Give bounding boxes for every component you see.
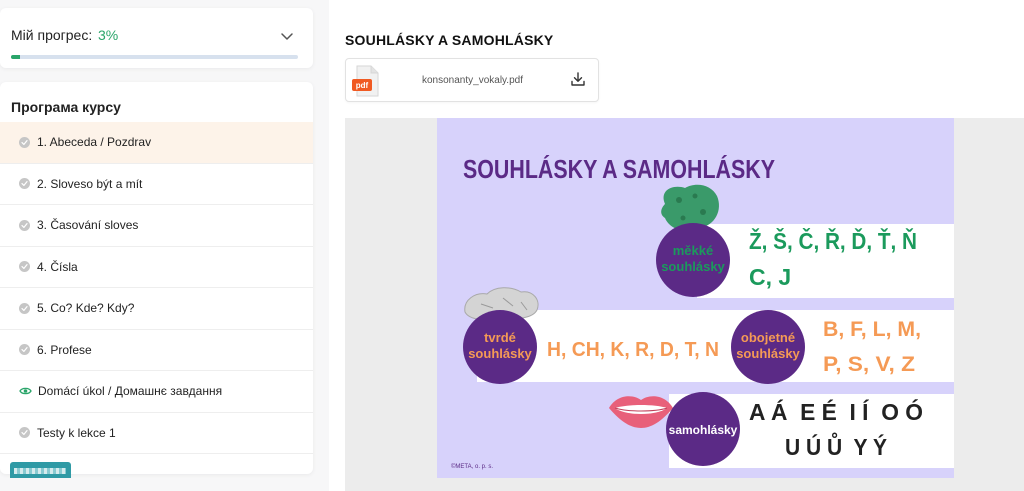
soft-letters-2: C, J <box>749 264 791 290</box>
eye-icon <box>19 387 32 395</box>
lesson-label: 6. Profese <box>37 342 92 357</box>
check-icon <box>19 261 30 273</box>
check-icon <box>19 427 30 439</box>
progress-label: Мій прогрес: <box>11 27 93 43</box>
lesson-item[interactable]: 3. Časování sloves <box>0 205 313 247</box>
check-icon <box>19 178 30 190</box>
hard-label-2: souhlásky <box>468 346 532 361</box>
soft-label-1: měkké <box>673 243 713 258</box>
lesson-item[interactable]: 5. Co? Kde? Kdy? <box>0 288 313 330</box>
ambiguous-letters-1: B, F, L, M, <box>823 318 921 341</box>
check-icon <box>19 219 30 231</box>
lesson-item[interactable]: 1. Abeceda / Pozdrav <box>0 122 313 164</box>
lesson-label: 5. Co? Kde? Kdy? <box>37 301 135 316</box>
file-name: konsonanty_vokaly.pdf <box>422 75 523 86</box>
check-icon <box>19 302 30 314</box>
progress-bar <box>11 55 298 59</box>
lesson-label: 2. Sloveso být a mít <box>37 176 143 191</box>
lesson-label: Testy k lekce 1 <box>37 425 116 440</box>
page-title: SOUHLÁSKY A SAMOHLÁSKY <box>345 32 554 48</box>
thumbnail-image[interactable] <box>10 462 71 478</box>
progress-bar-fill <box>11 55 20 59</box>
ambiguous-label-2: souhlásky <box>736 346 800 361</box>
progress-card[interactable]: Мій прогрес: 3% <box>0 8 313 68</box>
lesson-item[interactable]: Domácí úkol / Домашнє завдання <box>0 371 313 413</box>
lesson-label: 1. Abeceda / Pozdrav <box>37 135 152 150</box>
slide-title: SOUHLÁSKY A SAMOHLÁSKY <box>463 154 775 184</box>
hard-letters: H, CH, K, R, D, T, N <box>547 339 719 361</box>
ambiguous-label-1: obojetné <box>741 330 795 345</box>
progress-value: 3% <box>98 27 119 43</box>
pdf-file-icon: pdf <box>352 65 379 97</box>
hard-label-1: tvrdé <box>484 330 516 345</box>
lesson-item[interactable]: 2. Sloveso být a mít <box>0 164 313 205</box>
lips-illustration <box>609 396 673 428</box>
document-viewer[interactable]: SOUHLÁSKY A SAMOHLÁSKY měkké souhlásky Ž… <box>345 118 1024 491</box>
program-title: Програма курсу <box>11 99 121 115</box>
soft-letters-1: Ž, Š, Č, Ř, Ď, Ť, Ň <box>749 227 917 254</box>
lesson-label: 4. Čísla <box>37 259 78 274</box>
slide-footer: ©META, o. p. s. <box>451 463 493 470</box>
vowel-letters-1: A Á E É I Í O Ó <box>749 398 923 425</box>
lesson-item[interactable]: 6. Profese <box>0 330 313 371</box>
slide: SOUHLÁSKY A SAMOHLÁSKY měkké souhlásky Ž… <box>437 118 954 478</box>
lesson-item[interactable]: 4. Čísla <box>0 247 313 288</box>
download-icon[interactable] <box>570 71 586 87</box>
lesson-item[interactable]: Testy k lekce 1 <box>0 413 313 454</box>
soft-label-2: souhlásky <box>661 259 725 274</box>
main-content: SOUHLÁSKY A SAMOHLÁSKY pdf konsonanty_vo… <box>329 0 1024 491</box>
vowel-letters-2: U Ú Ů Y Ý <box>785 431 887 460</box>
svg-text:pdf: pdf <box>356 81 369 90</box>
course-program: Програма курсу 1. Abeceda / Pozdrav 2. Sl… <box>0 82 313 474</box>
ambiguous-letters-2: P, S, V, Z <box>823 353 915 376</box>
lesson-label: Domácí úkol / Домашнє завдання <box>38 384 223 399</box>
file-attachment[interactable]: pdf konsonanty_vokaly.pdf <box>345 58 599 102</box>
lesson-list: 1. Abeceda / Pozdrav 2. Sloveso být a mít… <box>0 122 313 454</box>
check-icon <box>19 136 30 148</box>
check-icon <box>19 344 30 356</box>
lesson-label: 3. Časování sloves <box>37 218 139 233</box>
slide-graphic: SOUHLÁSKY A SAMOHLÁSKY měkké souhlásky Ž… <box>451 154 954 470</box>
chevron-down-icon[interactable] <box>280 29 294 43</box>
vowel-label: samohlásky <box>669 423 738 437</box>
